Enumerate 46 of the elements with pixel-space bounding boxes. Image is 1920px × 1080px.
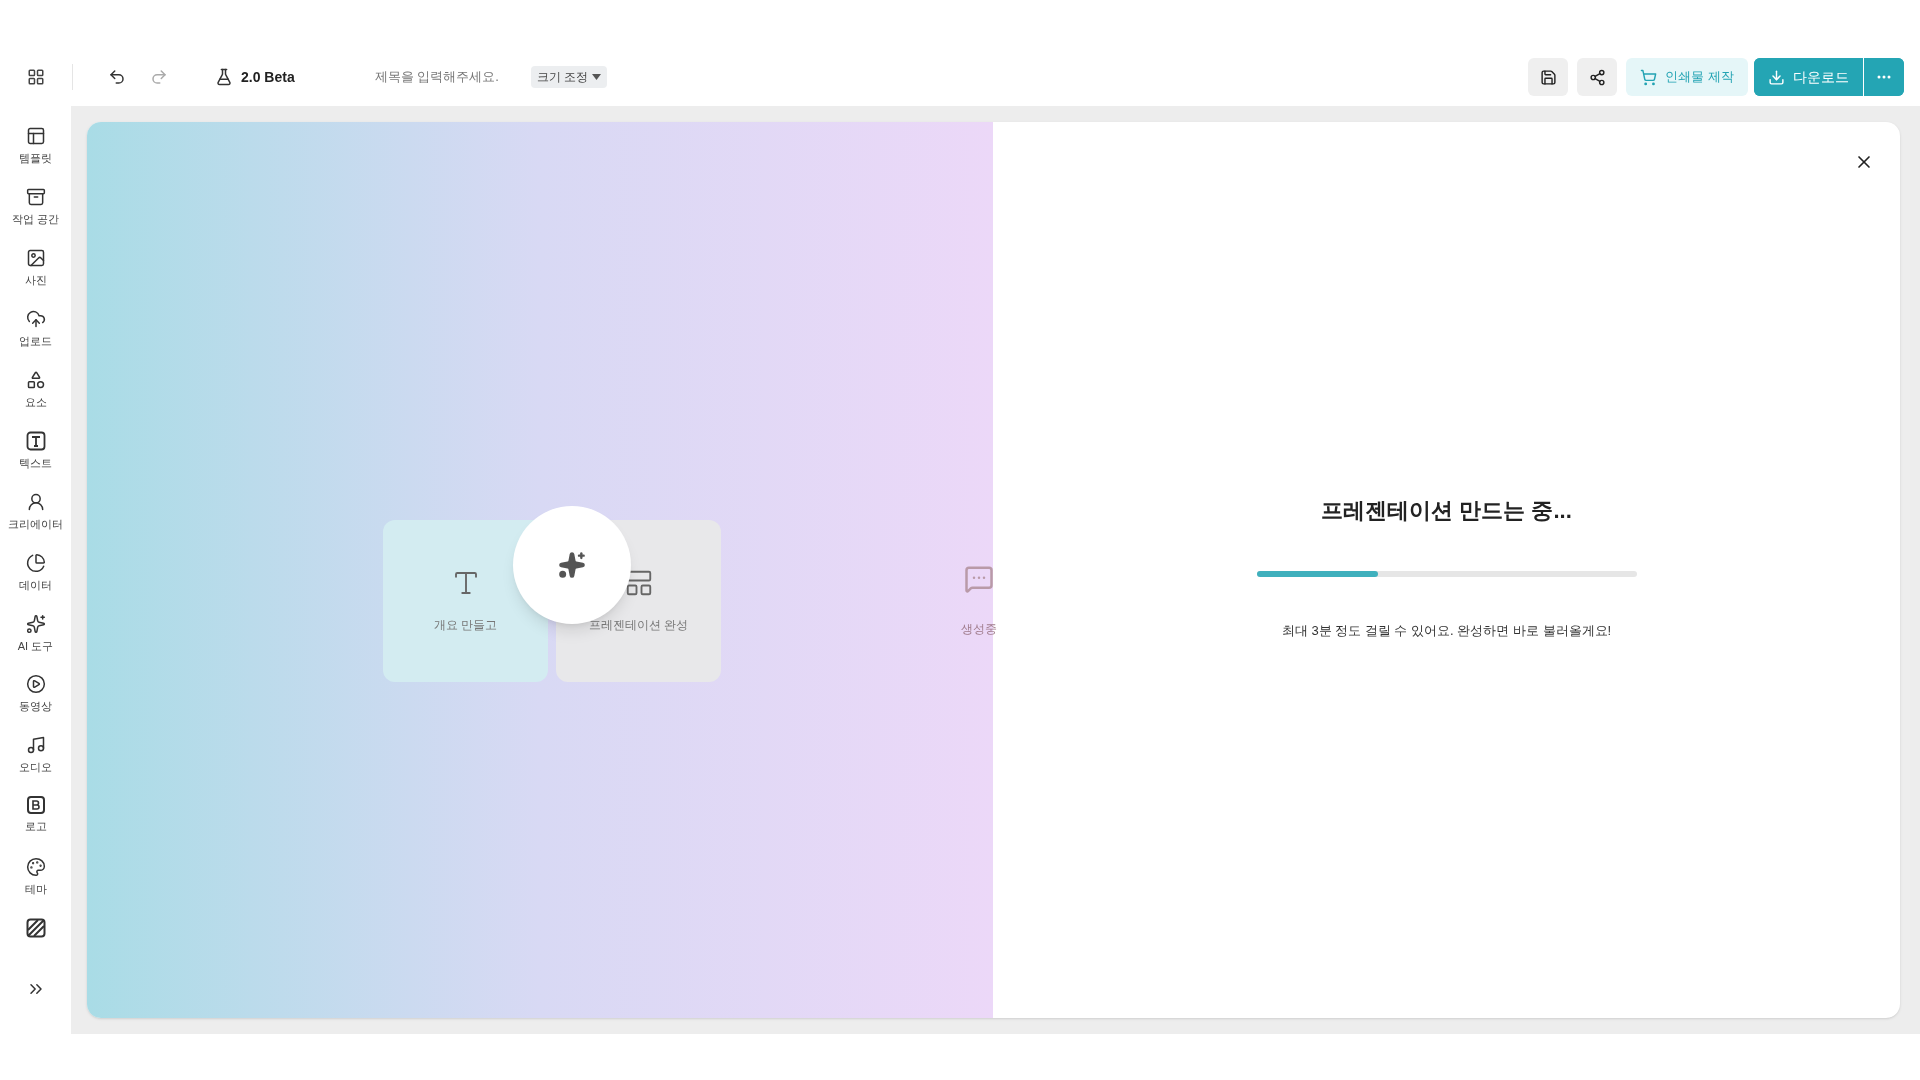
sidebar-item[interactable]: 크리에이터	[3, 485, 68, 547]
sidebar-item[interactable]: 테마	[3, 851, 68, 913]
step-label: 생성중	[961, 621, 997, 638]
download-icon	[1768, 68, 1785, 86]
image-icon	[25, 247, 46, 268]
text-icon	[25, 430, 46, 451]
share-button[interactable]	[1577, 58, 1618, 96]
share-icon	[1588, 68, 1606, 86]
cloud-upload-icon	[25, 308, 46, 329]
shapes-icon	[25, 369, 46, 390]
music-icon	[25, 735, 46, 756]
grid-icon	[27, 68, 45, 86]
version-label: 2.0 Beta	[241, 67, 295, 87]
play-icon	[25, 674, 46, 695]
sidebar-item[interactable]: 사진	[3, 241, 68, 303]
save-icon	[1539, 68, 1557, 86]
sidebar-item[interactable]: 데이터	[3, 546, 68, 608]
hatched-square-icon	[25, 918, 46, 939]
sidebar-item[interactable]: 동영상	[3, 668, 68, 730]
more-icon	[1877, 75, 1891, 79]
archive-icon	[25, 186, 46, 207]
flask-icon	[215, 68, 233, 86]
sidebar-item[interactable]: 템플릿	[3, 120, 68, 181]
sidebar-item[interactable]: 오디오	[3, 729, 68, 791]
undo-icon	[108, 68, 126, 86]
redo-icon	[150, 68, 168, 86]
loading-heading: 프레젠테이션 만드는 중...	[1321, 497, 1572, 525]
sidebar-item[interactable]: 로고	[3, 790, 68, 852]
cart-icon	[1640, 68, 1658, 86]
sparkles-icon	[558, 551, 586, 579]
sidebar-item[interactable]: 텍스트	[3, 424, 68, 486]
resize-dropdown[interactable]: 크기 조정	[530, 66, 608, 88]
sidebar-item[interactable]: 업로드	[3, 302, 68, 364]
sidebar-item[interactable]: AI 도구	[3, 607, 68, 669]
title-field[interactable]: 제목을 입력해주세요.	[374, 67, 515, 87]
palette-icon	[25, 857, 46, 878]
save-button[interactable]	[1528, 58, 1569, 96]
template-icon	[25, 126, 46, 146]
sparkles-icon	[25, 613, 46, 634]
chat-icon	[964, 564, 994, 594]
pie-chart-icon	[25, 552, 46, 573]
sidebar-item[interactable]: 작업 공간	[3, 180, 68, 242]
caret-icon	[592, 74, 602, 80]
wait-note: 최대 3분 정도 걸릴 수 있어요. 완성하면 바로 불러올게요!	[1281, 622, 1612, 640]
b-letter-icon	[26, 796, 45, 815]
sidebar-item[interactable]: 요소	[3, 363, 68, 425]
